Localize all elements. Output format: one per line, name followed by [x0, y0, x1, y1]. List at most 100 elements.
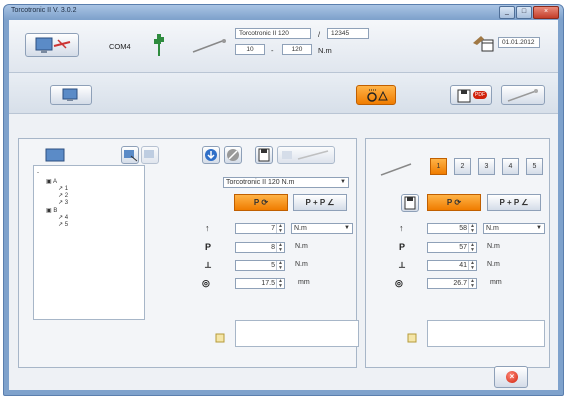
range-max-field: 120 — [282, 44, 312, 55]
connect-icon — [35, 37, 71, 53]
add-monitor-icon — [124, 150, 138, 162]
spinner-icon[interactable]: ▲ ▼ — [468, 279, 476, 288]
left-preset-value[interactable]: 8 ▲ ▼ — [235, 242, 285, 253]
right-min-unit: N.m — [487, 261, 500, 268]
unit-value: N.m — [486, 225, 499, 232]
left-notes-field[interactable] — [235, 320, 359, 347]
window-title: Torcotronic II V. 3.0.2 — [11, 7, 77, 14]
torque-angle-icon — [367, 89, 388, 102]
right-preset-unit: N.m — [487, 243, 500, 250]
minimize-button[interactable]: _ — [499, 6, 515, 19]
save-report-button[interactable]: PDF — [450, 85, 492, 105]
date-field: 01.01.2012 — [498, 37, 540, 48]
right-unit-select[interactable]: N.m ▼ — [483, 223, 545, 234]
left-length-value[interactable]: 17.5 ▲ ▼ — [235, 278, 285, 289]
value-text: 26.7 — [453, 280, 467, 287]
spinner-icon[interactable]: ▲ ▼ — [276, 243, 284, 252]
close-button[interactable]: × — [533, 6, 559, 19]
torque-preset-icon: P — [205, 242, 212, 252]
left-unit-select[interactable]: N.m ▼ — [291, 223, 353, 234]
right-notes-field[interactable] — [427, 320, 545, 347]
torque-wrench-icon — [192, 39, 226, 53]
calendar-icon — [473, 36, 494, 52]
add-item-button[interactable] — [121, 146, 139, 164]
maximize-button[interactable]: □ — [516, 6, 532, 19]
main-content: COM4 Torcotronic II 120 / 12345 10 - 120… — [9, 20, 558, 390]
right-length-unit: mm — [490, 279, 502, 286]
page-button-5[interactable]: 5 — [526, 158, 543, 175]
mode-tab-label: P — [253, 198, 260, 207]
right-mode-tab-combined[interactable]: P + P ∠ — [487, 194, 541, 211]
tree-label: 5 — [64, 222, 69, 228]
report-badge: PDF — [473, 91, 487, 99]
left-mode-tab-single[interactable]: P ⟳ — [234, 194, 288, 211]
save-button[interactable] — [255, 146, 273, 164]
tool-select[interactable]: Torcotronic II 120 N.m ▼ — [223, 177, 349, 188]
right-length-value[interactable]: 26.7 ▲ ▼ — [427, 278, 477, 289]
remove-item-button[interactable] — [141, 146, 159, 164]
right-save-button[interactable] — [401, 194, 419, 212]
exit-button[interactable]: × — [494, 366, 528, 388]
slash-separator: / — [318, 30, 321, 39]
app-window: Torcotronic II V. 3.0.2 _ □ × COM4 Torco… — [3, 4, 564, 396]
cancel-button[interactable] — [224, 146, 242, 164]
angle-icon: ∠ — [327, 198, 335, 207]
note-icon — [215, 333, 225, 343]
tree-label: B — [53, 208, 58, 214]
right-torque-value[interactable]: 58 ▲ ▼ — [427, 223, 477, 234]
measure-mode-button[interactable] — [356, 85, 396, 105]
spinner-icon[interactable]: ▲ ▼ — [468, 243, 476, 252]
value-text: 17.5 — [261, 280, 275, 287]
item-tree[interactable]: - ▣ A ↗ 1 ↗ 2 ↗ 3 ▣ B ↗ 4 ↗ 5 — [33, 165, 145, 320]
page-button-3[interactable]: 3 — [478, 158, 495, 175]
spinner-icon[interactable]: ▲ ▼ — [468, 261, 476, 270]
page-button-1[interactable]: 1 — [430, 158, 447, 175]
left-mode-tab-combined[interactable]: P + P ∠ — [293, 194, 347, 211]
wrench-icon — [507, 89, 538, 102]
tree-label: 3 — [64, 200, 69, 206]
right-min-value[interactable]: 41 ▲ ▼ — [427, 260, 477, 271]
right-mode-tab-single[interactable]: P ⟳ — [427, 194, 481, 211]
download-button[interactable] — [202, 146, 220, 164]
tree-node-b[interactable]: ▣ B — [46, 207, 57, 214]
page-button-2[interactable]: 2 — [454, 158, 471, 175]
device-name-field: Torcotronic II 120 — [235, 28, 311, 39]
save-icon — [258, 148, 270, 162]
tree-root[interactable]: - — [37, 170, 39, 176]
tree-leaf-4[interactable]: ↗ 4 — [58, 214, 68, 221]
right-preset-value[interactable]: 57 ▲ ▼ — [427, 242, 477, 253]
torque-icon: ⟳ — [454, 198, 462, 207]
download-icon — [205, 149, 217, 161]
stop-icon — [227, 149, 239, 161]
monitor-button[interactable] — [50, 85, 92, 105]
tree-leaf-1[interactable]: ↗ 1 — [58, 185, 68, 192]
spinner-icon[interactable]: ▲ ▼ — [276, 224, 284, 233]
wrench-small-icon — [380, 163, 412, 176]
window-controls: _ □ × — [499, 6, 559, 19]
tree-node-a[interactable]: ▣ A — [46, 178, 57, 185]
left-min-value[interactable]: 5 ▲ ▼ — [235, 260, 285, 271]
save-icon — [404, 196, 416, 210]
monitor-icon — [62, 88, 78, 101]
tree-label: A — [53, 179, 58, 185]
range-unit: N.m — [318, 46, 332, 55]
connect-button[interactable] — [25, 33, 79, 57]
serial-number-field: 12345 — [327, 28, 369, 39]
tree-leaf-5[interactable]: ↗ 5 — [58, 221, 68, 228]
tree-leaf-3[interactable]: ↗ 3 — [58, 199, 68, 206]
transfer-icon — [282, 150, 329, 160]
left-torque-value[interactable]: 7 ▲ ▼ — [235, 223, 285, 234]
spinner-icon[interactable]: ▲ ▼ — [468, 224, 476, 233]
spinner-icon[interactable]: ▲ ▼ — [276, 261, 284, 270]
page-button-4[interactable]: 4 — [502, 158, 519, 175]
transfer-button[interactable] — [277, 146, 335, 164]
range-min-field: 10 — [235, 44, 265, 55]
remove-monitor-icon — [144, 150, 154, 158]
chevron-down-icon: ▼ — [536, 225, 542, 231]
torque-up-icon: ↑ — [399, 223, 404, 233]
socket-length-icon: ◎ — [202, 278, 210, 288]
tree-leaf-2[interactable]: ↗ 2 — [58, 192, 68, 199]
spinner-icon[interactable]: ▲ ▼ — [276, 279, 284, 288]
torque-preset-icon: P — [399, 242, 406, 252]
wrench-settings-button[interactable] — [501, 85, 545, 105]
